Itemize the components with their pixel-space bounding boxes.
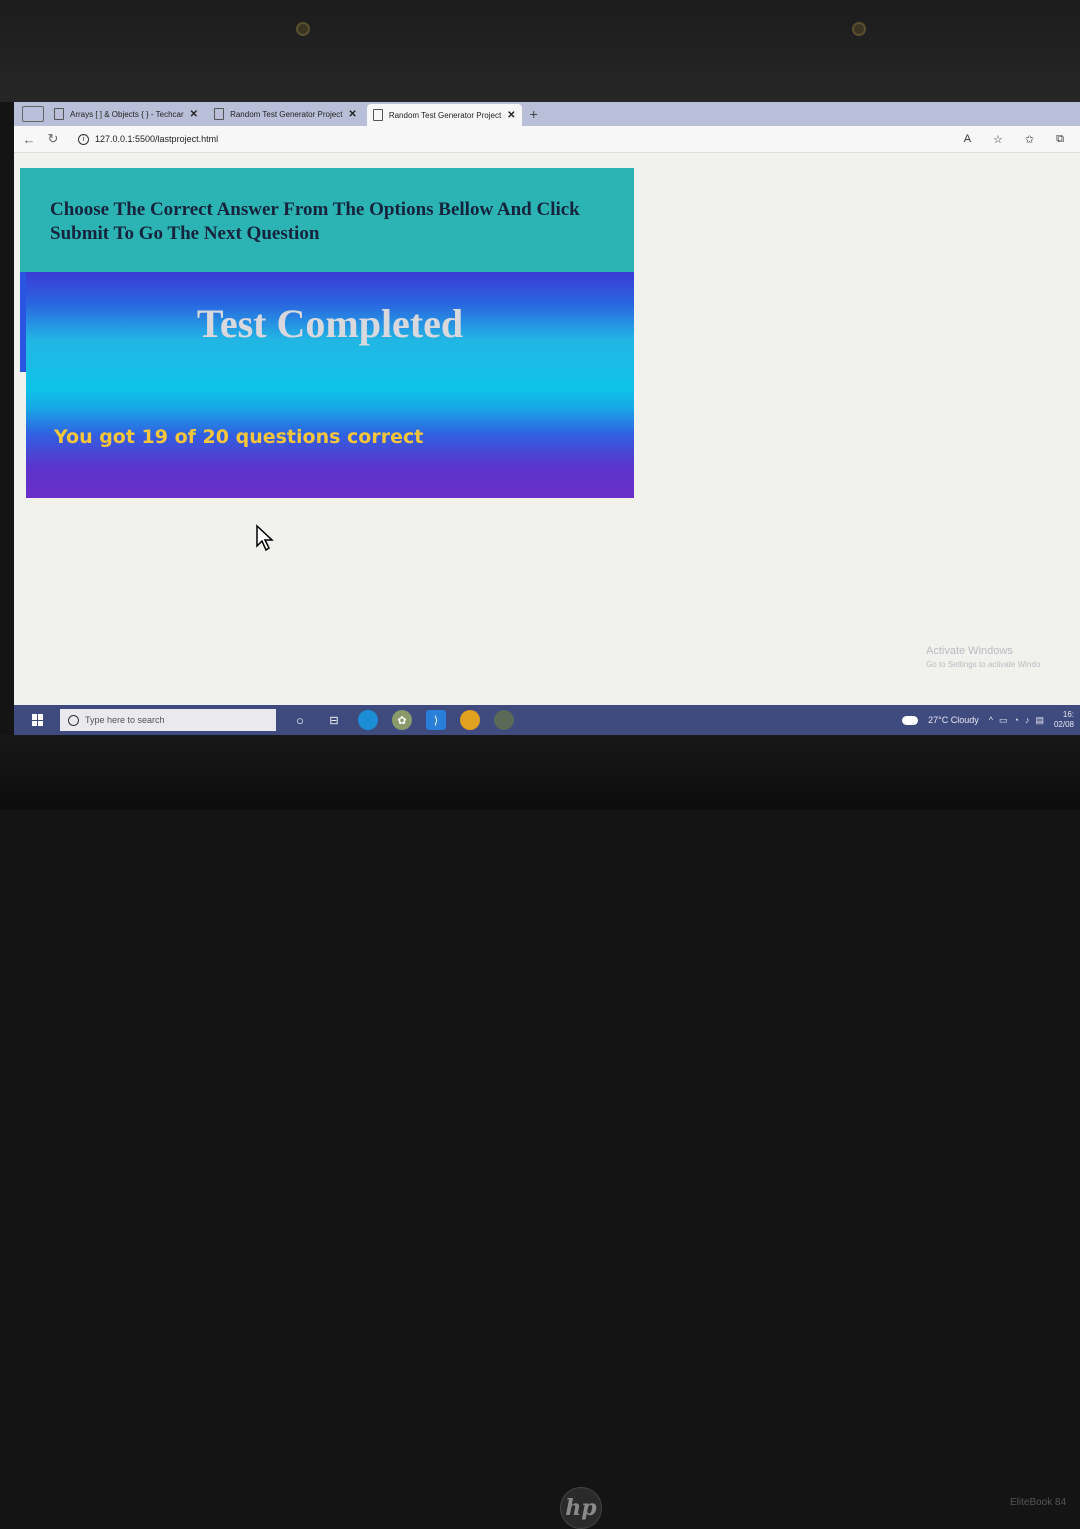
task-view-icon[interactable]: ⊟: [324, 710, 344, 730]
add-favorite-icon[interactable]: ☆: [993, 133, 1003, 146]
edge-browser-icon[interactable]: [358, 710, 378, 730]
app-icon[interactable]: ✿: [392, 710, 412, 730]
tab-label: Random Test Generator Project: [230, 109, 343, 119]
bezel-screw-icon: [296, 22, 310, 36]
close-icon[interactable]: ✕: [348, 109, 356, 120]
watermark-subtitle: Go to Settings to activate Windo: [926, 660, 1041, 669]
browser-tab-active[interactable]: Random Test Generator Project ✕: [366, 104, 522, 126]
mouse-cursor-icon: [256, 524, 274, 552]
clock[interactable]: 16: 02/08: [1054, 710, 1074, 730]
tab-actions-icon[interactable]: [22, 106, 44, 122]
clock-time: 16:: [1062, 710, 1074, 719]
search-placeholder: Type here to search: [85, 715, 165, 725]
bezel-screw-icon: [852, 22, 866, 36]
page-icon: [372, 109, 383, 121]
keyboard-icon[interactable]: ▤: [1035, 715, 1044, 726]
refresh-icon[interactable]: ↻: [44, 131, 62, 147]
laptop-bezel-top: [0, 0, 1080, 102]
close-icon[interactable]: ✕: [507, 110, 515, 121]
browser-tab-bar: Arrays [ ] & Objects { } - Techcar ✕ Ran…: [14, 102, 1080, 126]
browser-tab[interactable]: Arrays [ ] & Objects { } - Techcar ✕: [48, 104, 204, 124]
page-icon: [214, 108, 225, 120]
page-icon: [54, 108, 64, 120]
close-icon[interactable]: ✕: [190, 109, 198, 120]
notification-app-icon[interactable]: [494, 710, 514, 730]
collections-icon[interactable]: ⧉: [1056, 133, 1064, 146]
tab-label: Random Test Generator Project: [388, 110, 502, 120]
instructions-text: Choose The Correct Answer From The Optio…: [50, 199, 580, 244]
chrome-icon[interactable]: [460, 710, 480, 730]
url-text: 127.0.0.1:5500/lastproject.html: [95, 134, 219, 144]
score-text: You got 19 of 20 questions correct: [54, 426, 424, 448]
vscode-icon[interactable]: ⟩: [426, 710, 446, 730]
browser-toolbar-icons: A ☆ ✩ ⧉: [964, 133, 1064, 146]
info-icon[interactable]: i: [78, 133, 89, 145]
favorites-icon[interactable]: ✩: [1025, 133, 1034, 146]
windows-start-icon[interactable]: [32, 714, 44, 726]
system-tray: 27°C Cloudy ^ ▭ ◔ ♪ ▤ 16: 02/08: [902, 710, 1074, 730]
laptop-screen: Arrays [ ] & Objects { } - Techcar ✕ Ran…: [14, 102, 1080, 735]
browser-tab[interactable]: Random Test Generator Project ✕: [208, 104, 363, 124]
weather-text[interactable]: 27°C Cloudy: [928, 715, 979, 725]
tab-label: Arrays [ ] & Objects { } - Techcar: [70, 109, 184, 119]
tray-icons: ^ ▭ ◔ ♪ ▤: [989, 715, 1044, 726]
volume-icon[interactable]: ♪: [1025, 715, 1030, 726]
new-tab-button[interactable]: +: [530, 106, 538, 122]
wifi-icon[interactable]: ◔: [1014, 715, 1019, 726]
cortana-icon[interactable]: ○: [290, 710, 310, 730]
hp-logo: hp: [560, 1487, 602, 1529]
activate-windows-watermark: Activate Windows Go to Settings to activ…: [926, 645, 1040, 671]
chevron-up-icon[interactable]: ^: [989, 715, 993, 726]
battery-icon[interactable]: ▭: [999, 715, 1008, 726]
watermark-title: Activate Windows: [926, 645, 1013, 657]
taskbar-apps: ○ ⊟ ✿ ⟩: [290, 710, 514, 730]
back-arrow-icon[interactable]: ←: [20, 132, 38, 147]
laptop-bezel-bottom: hp EliteBook 84: [0, 735, 1080, 1529]
laptop-model-label: EliteBook 84: [1010, 1497, 1067, 1508]
clock-date: 02/08: [1053, 720, 1074, 729]
instructions-panel: Choose The Correct Answer From The Optio…: [20, 168, 634, 272]
read-aloud-icon[interactable]: A: [964, 133, 971, 146]
cloud-icon: [902, 715, 919, 725]
result-panel: Test Completed You got 19 of 20 question…: [20, 272, 634, 498]
url-field[interactable]: i 127.0.0.1:5500/lastproject.html: [72, 130, 898, 148]
search-icon: [68, 714, 79, 726]
taskbar-search-input[interactable]: Type here to search: [60, 709, 276, 731]
result-title: Test Completed: [196, 301, 464, 346]
windows-taskbar: Type here to search ○ ⊟ ✿ ⟩ 27°C Cloudy …: [14, 705, 1080, 735]
address-bar: ← ↻ i 127.0.0.1:5500/lastproject.html A …: [14, 126, 1080, 153]
